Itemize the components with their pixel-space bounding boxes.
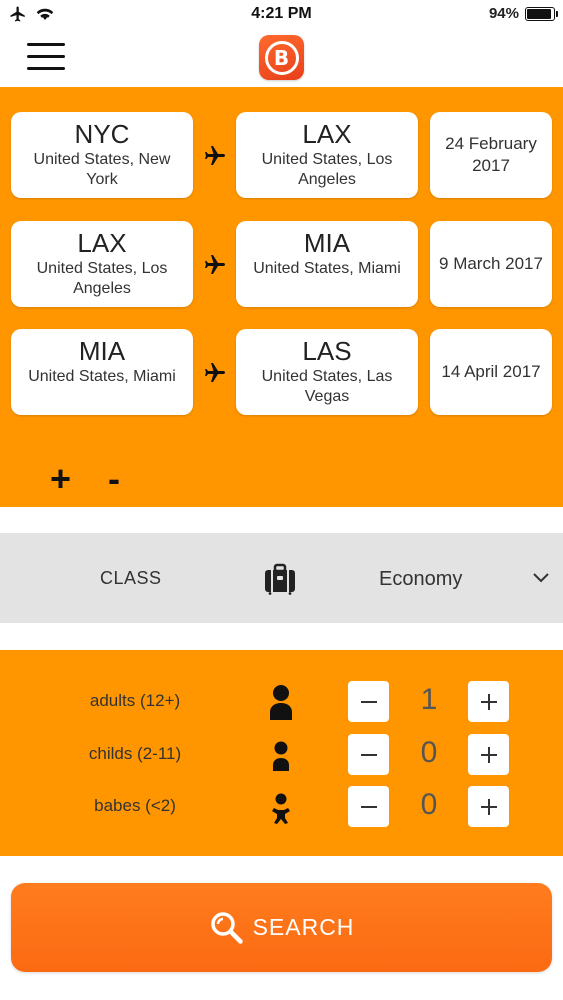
from-city-name: United States, Miami	[28, 368, 176, 385]
from-code: LAX	[77, 228, 127, 258]
child-icon	[273, 741, 289, 771]
date-text: 24 February 2017	[445, 134, 537, 175]
from-code: NYC	[74, 119, 130, 149]
plus-icon	[480, 798, 497, 815]
passenger-row-children: childs (2-11) 0	[0, 732, 563, 778]
remove-route-button[interactable]: -	[108, 459, 120, 499]
passenger-label: babes (<2)	[94, 796, 176, 815]
class-value[interactable]: Economy	[379, 568, 462, 591]
route-row: LAX United States, Los Angeles MIA Unite…	[0, 221, 563, 309]
app-logo: B	[259, 35, 304, 80]
to-city-card[interactable]: LAX United States, Los Angeles	[236, 112, 418, 198]
to-city-name: United States, Los Angeles	[261, 151, 393, 188]
plane-icon	[205, 363, 225, 382]
status-bar: 4:21 PM 94%	[0, 0, 563, 30]
date-card[interactable]: 24 February 2017	[430, 112, 552, 198]
route-row: MIA United States, Miami LAS United Stat…	[0, 329, 563, 417]
class-label: CLASS	[100, 568, 162, 588]
to-city-card[interactable]: LAS United States, Las Vegas	[236, 329, 418, 415]
to-code: LAS	[302, 336, 352, 366]
passenger-label: childs (2-11)	[88, 744, 182, 763]
babies-plus-button[interactable]	[468, 786, 509, 827]
plane-icon	[205, 146, 225, 165]
children-count: 0	[420, 736, 438, 769]
from-code: MIA	[78, 336, 126, 366]
date-card[interactable]: 14 April 2017	[430, 329, 552, 415]
adult-icon	[270, 685, 292, 720]
date-text: 14 April 2017	[441, 362, 541, 381]
minus-icon	[360, 700, 377, 703]
adults-minus-button[interactable]	[348, 681, 389, 722]
from-city-name: United States, Los Angeles	[36, 260, 168, 297]
luggage-icon	[265, 563, 295, 595]
class-selector[interactable]: CLASS Economy	[0, 533, 563, 623]
date-card[interactable]: 9 March 2017	[430, 221, 552, 307]
to-city-name: United States, Las Vegas	[261, 368, 393, 405]
hamburger-menu-icon[interactable]	[27, 43, 65, 71]
from-city-card[interactable]: NYC United States, New York	[11, 112, 193, 198]
status-right: 94%	[488, 5, 558, 22]
nav-bar: B	[0, 30, 563, 87]
search-label: SEARCH	[252, 914, 355, 940]
passenger-label: adults (12+)	[89, 691, 181, 710]
to-code: LAX	[302, 119, 352, 149]
status-time: 4:21 PM	[251, 5, 312, 22]
adults-count: 1	[420, 683, 438, 716]
route-row: NYC United States, New York LAX United S…	[0, 112, 563, 200]
from-city-name: United States, New York	[33, 151, 171, 188]
baby-icon	[272, 793, 290, 824]
battery-icon	[525, 6, 558, 21]
battery-percent: 94%	[488, 5, 519, 22]
children-minus-button[interactable]	[348, 734, 389, 775]
plus-icon	[480, 693, 497, 710]
to-code: MIA	[303, 228, 351, 258]
date-text: 9 March 2017	[439, 254, 543, 273]
to-city-name: United States, Miami	[253, 260, 401, 277]
to-city-card[interactable]: MIA United States, Miami	[236, 221, 418, 307]
plus-icon	[480, 746, 497, 763]
passenger-row-adults: adults (12+) 1	[0, 679, 563, 725]
children-plus-button[interactable]	[468, 734, 509, 775]
passengers-section: adults (12+) 1 childs (2-11) 0 babes (<2…	[0, 650, 563, 856]
search-button[interactable]: SEARCH	[11, 883, 552, 972]
passenger-row-babies: babes (<2) 0	[0, 784, 563, 830]
minus-icon	[360, 805, 377, 808]
from-city-card[interactable]: MIA United States, Miami	[11, 329, 193, 415]
plane-icon	[205, 255, 225, 274]
search-icon	[210, 911, 243, 944]
chevron-down-icon[interactable]	[531, 570, 551, 586]
from-city-card[interactable]: LAX United States, Los Angeles	[11, 221, 193, 307]
logo-letter: B	[264, 40, 299, 75]
add-route-button[interactable]: +	[50, 459, 71, 499]
babies-count: 0	[420, 788, 438, 821]
minus-icon	[360, 753, 377, 756]
flights-section: NYC United States, New York LAX United S…	[0, 87, 563, 507]
babies-minus-button[interactable]	[348, 786, 389, 827]
adults-plus-button[interactable]	[468, 681, 509, 722]
